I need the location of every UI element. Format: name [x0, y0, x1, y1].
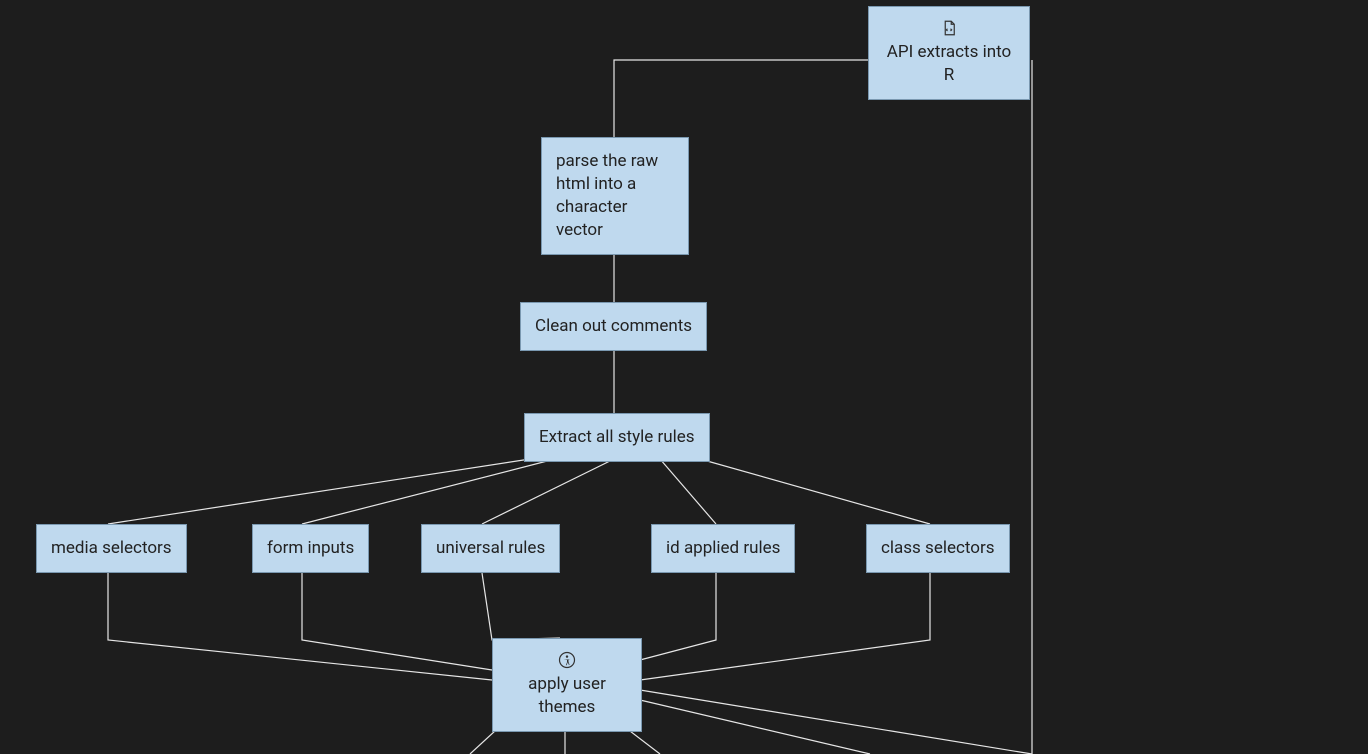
node-label: universal rules: [436, 538, 545, 558]
node-universal[interactable]: universal rules: [421, 524, 560, 573]
node-parse[interactable]: parse the raw html into a character vect…: [541, 137, 689, 255]
node-label: Clean out comments: [535, 316, 692, 336]
node-label: API extracts into R: [887, 42, 1011, 85]
node-label: form inputs: [267, 538, 354, 558]
node-api[interactable]: API extracts into R: [868, 6, 1030, 100]
node-media[interactable]: media selectors: [36, 524, 187, 573]
node-label: media selectors: [51, 538, 172, 558]
node-classsel[interactable]: class selectors: [866, 524, 1010, 573]
node-clean[interactable]: Clean out comments: [520, 302, 707, 351]
node-idrules[interactable]: id applied rules: [651, 524, 795, 573]
node-form[interactable]: form inputs: [252, 524, 369, 573]
node-label: class selectors: [881, 538, 995, 558]
code-file-icon: [940, 19, 958, 37]
node-apply[interactable]: apply user themes: [492, 638, 642, 732]
node-label: apply user themes: [528, 674, 606, 717]
accessibility-icon: [558, 651, 576, 669]
node-label: parse the raw html into a character vect…: [556, 151, 658, 240]
node-extract[interactable]: Extract all style rules: [524, 413, 710, 462]
node-label: Extract all style rules: [539, 427, 695, 447]
diagram-edges: [0, 0, 1368, 754]
node-label: id applied rules: [666, 538, 780, 558]
